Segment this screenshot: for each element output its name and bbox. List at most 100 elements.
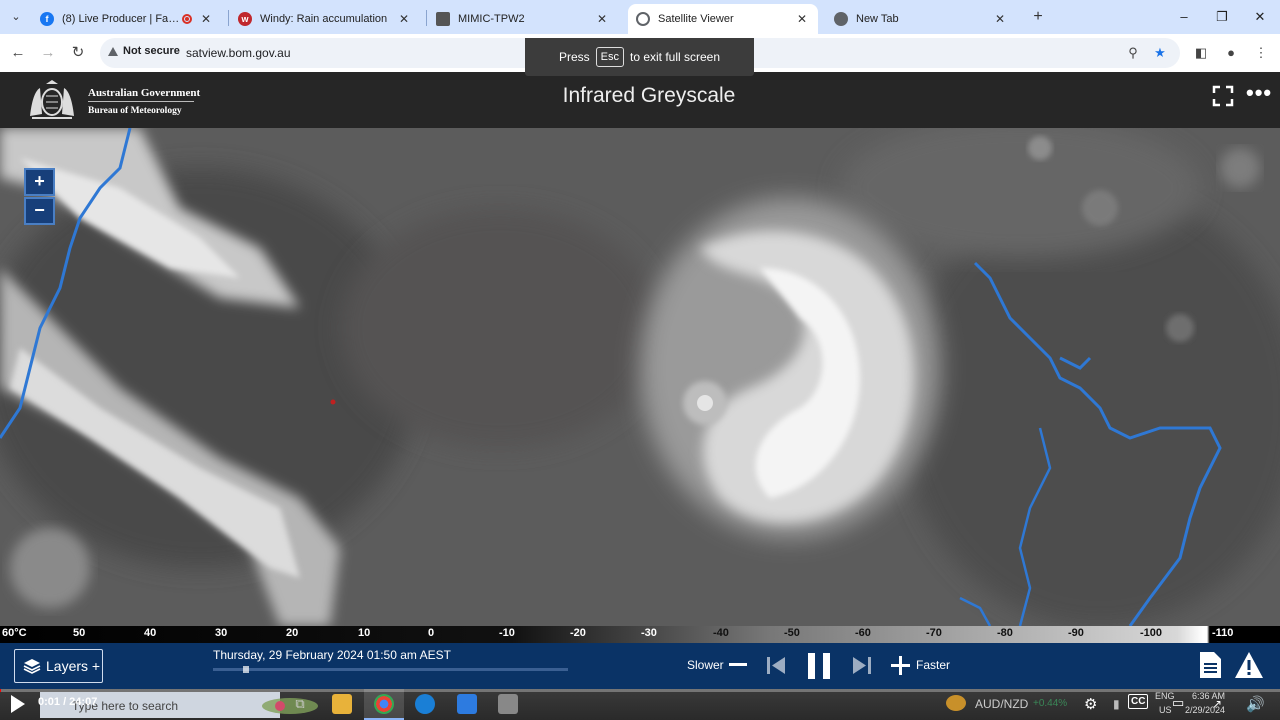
legend-label: 0 xyxy=(428,627,435,639)
tab-windy[interactable]: w Windy: Rain accumulation ✕ xyxy=(230,4,420,34)
reload-icon[interactable]: ↻ xyxy=(68,43,88,63)
satellite-map[interactable]: + − xyxy=(0,128,1280,626)
legend-label: 30 xyxy=(215,627,228,639)
more-options-icon[interactable]: ••• xyxy=(1246,82,1272,106)
edge-icon[interactable] xyxy=(415,694,435,714)
satellite-image xyxy=(0,128,1280,626)
forward-icon[interactable]: → xyxy=(38,43,58,63)
legend-label: -10 xyxy=(499,627,515,639)
settings-gear-icon[interactable]: ⚙ xyxy=(1084,695,1097,713)
layers-button[interactable]: Layers + xyxy=(14,649,103,683)
faster-plus-icon[interactable] xyxy=(891,656,910,675)
profile-avatar[interactable]: ● xyxy=(1222,44,1240,62)
miniplayer-icon[interactable]: ▭ xyxy=(1172,695,1184,711)
legend-label: -60 xyxy=(855,627,871,639)
legend-label: 10 xyxy=(358,627,371,639)
fullscreen-icon[interactable] xyxy=(1212,85,1234,107)
file-explorer-icon[interactable] xyxy=(332,694,352,714)
close-tab-icon[interactable]: ✕ xyxy=(594,12,610,26)
video-time: 0:01 / 24:07 xyxy=(38,696,98,708)
close-tab-icon[interactable]: ✕ xyxy=(396,12,412,26)
legend-label: 40 xyxy=(144,627,157,639)
security-label: Not secure xyxy=(123,45,180,57)
warning-triangle-icon[interactable] xyxy=(1235,652,1263,678)
video-progress-fill xyxy=(0,689,1,692)
back-icon[interactable]: ← xyxy=(8,43,28,63)
layers-label: Layers + xyxy=(46,658,101,674)
tab-separator xyxy=(426,10,427,26)
maximize-icon[interactable]: ❐ xyxy=(1211,6,1233,28)
step-back-icon[interactable] xyxy=(767,657,785,674)
microphone-icon: ▮ xyxy=(1113,697,1120,711)
player-bar: Type here to search 0:01 / 24:07 ⧉ AUD/N… xyxy=(0,689,1280,720)
tab-new-tab[interactable]: New Tab ✕ xyxy=(826,4,1016,34)
tab-satellite-viewer[interactable]: Satellite Viewer ✕ xyxy=(628,4,818,34)
close-tab-icon[interactable]: ✕ xyxy=(992,12,1008,26)
notice-prefix: Press xyxy=(558,50,590,64)
tab-title: Windy: Rain accumulation xyxy=(260,13,388,25)
legend-label: -100 xyxy=(1140,627,1163,639)
captions-icon[interactable]: CC xyxy=(1128,694,1149,709)
animation-controls: Layers + Thursday, 29 February 2024 01:5… xyxy=(0,643,1280,689)
tab-strip: ⌄ f (8) Live Producer | Facebook ✕ w Win… xyxy=(0,0,1280,34)
pause-icon[interactable] xyxy=(808,653,830,679)
url-text[interactable]: satview.bom.gov.au xyxy=(186,46,291,60)
esc-key: Esc xyxy=(595,47,624,67)
facebook-icon: f xyxy=(40,12,54,26)
store-icon[interactable] xyxy=(498,694,518,714)
region-indicator: US xyxy=(1159,705,1172,715)
security-indicator[interactable]: Not secure xyxy=(108,45,180,57)
step-forward-icon[interactable] xyxy=(853,657,871,674)
timeline-slider[interactable] xyxy=(213,666,568,673)
close-tab-icon[interactable]: ✕ xyxy=(198,12,214,26)
recording-icon xyxy=(182,14,192,24)
tab-facebook[interactable]: f (8) Live Producer | Facebook ✕ xyxy=(32,4,222,34)
mimic-icon xyxy=(436,12,450,26)
video-progress-bar[interactable] xyxy=(0,689,1280,692)
tab-title: MIMIC-TPW2 xyxy=(458,13,525,25)
document-icon[interactable] xyxy=(1200,652,1221,678)
windy-icon: w xyxy=(238,12,252,26)
close-tab-icon[interactable]: ✕ xyxy=(794,12,810,26)
tab-mimic[interactable]: MIMIC-TPW2 ✕ xyxy=(428,4,618,34)
faster-label: Faster xyxy=(916,658,951,672)
chrome-taskbar-icon[interactable] xyxy=(374,694,394,714)
task-view-icon[interactable]: ⧉ xyxy=(290,694,310,714)
fullscreen-notice: Press Esc to exit full screen xyxy=(525,38,754,76)
tab-title: New Tab xyxy=(856,13,899,25)
coins-icon xyxy=(946,695,966,711)
legend-label: -70 xyxy=(926,627,942,639)
screen: ⌄ f (8) Live Producer | Facebook ✕ w Win… xyxy=(0,0,1280,720)
side-panel-icon[interactable]: ◧ xyxy=(1192,44,1210,62)
external-link-icon[interactable]: ↗ xyxy=(1212,697,1222,711)
tab-search-icon[interactable]: ⌄ xyxy=(6,8,26,26)
slower-label: Slower xyxy=(687,658,724,672)
currency-pair: AUD/NZD xyxy=(975,697,1029,711)
close-window-icon[interactable]: ✕ xyxy=(1249,6,1271,28)
timeline-handle[interactable] xyxy=(243,666,249,673)
tab-title: Satellite Viewer xyxy=(658,13,734,25)
legend-label: 50 xyxy=(73,627,86,639)
warning-icon xyxy=(108,46,118,56)
currency-change: +0.44% xyxy=(1033,698,1068,709)
zoom-icon[interactable]: ⚲ xyxy=(1124,44,1142,62)
minimize-icon[interactable]: – xyxy=(1173,6,1195,28)
tab-separator xyxy=(228,10,229,26)
legend-label: 20 xyxy=(286,627,299,639)
legend-label: -20 xyxy=(570,627,586,639)
globe-icon xyxy=(636,12,650,26)
bom-header: Australian Government Bureau of Meteorol… xyxy=(0,72,1280,128)
mail-icon[interactable] xyxy=(457,694,477,714)
zoom-in-button[interactable]: + xyxy=(24,168,55,196)
legend-label: -90 xyxy=(1068,627,1084,639)
menu-icon[interactable]: ⋮ xyxy=(1252,44,1270,62)
legend-label: -80 xyxy=(997,627,1013,639)
play-icon[interactable] xyxy=(11,695,25,713)
product-title: Infrared Greyscale xyxy=(562,84,736,107)
volume-icon[interactable]: 🔊 xyxy=(1246,695,1265,713)
new-tab-button[interactable]: + xyxy=(1028,7,1048,27)
bookmark-star-icon[interactable]: ★ xyxy=(1151,44,1169,62)
zoom-out-button[interactable]: − xyxy=(24,197,55,225)
slower-minus-icon[interactable] xyxy=(729,663,747,667)
temperature-legend: 60°C 50 40 30 20 10 0 -10 -20 -30 -40 -5… xyxy=(0,626,1280,643)
